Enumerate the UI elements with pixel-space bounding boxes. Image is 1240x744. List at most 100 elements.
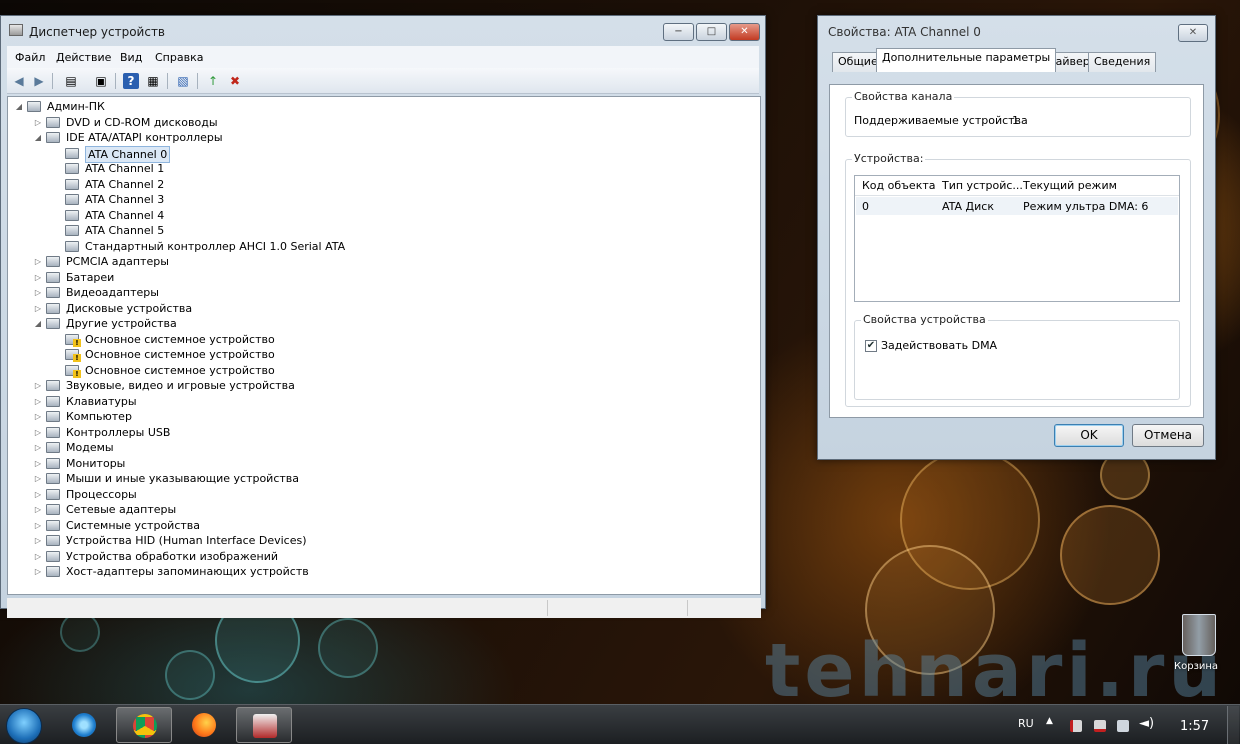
- maximize-button[interactable]: □: [696, 23, 727, 41]
- tree-item-label: Хост-адаптеры запоминающих устройств: [66, 565, 309, 578]
- tree-item-label: Процессоры: [66, 487, 137, 501]
- window-title: Диспетчер устройств: [29, 25, 166, 39]
- expand-arrow-icon[interactable]: ▷: [33, 270, 43, 285]
- dma-checkbox[interactable]: ✔: [865, 340, 877, 352]
- cancel-button[interactable]: Отмена: [1132, 424, 1204, 447]
- expand-arrow-icon[interactable]: ▷: [33, 518, 43, 533]
- expand-arrow-icon[interactable]: ▷: [33, 409, 43, 424]
- devices-group: Устройства: Код объекта Тип устройс... Т…: [845, 152, 1191, 407]
- table-row[interactable]: 0 ATA Диск Режим ультра DMA: 6: [856, 197, 1178, 215]
- tree-item-label: Стандартный контроллер AHCI 1.0 Serial A…: [85, 239, 346, 253]
- display-adapter-icon: [46, 287, 60, 298]
- expand-arrow-icon[interactable]: ▷: [33, 533, 43, 548]
- close-button[interactable]: ✕: [1178, 24, 1208, 42]
- back-icon[interactable]: ◀: [11, 73, 27, 89]
- tree-item-label: Звуковые, видео и игровые устройства: [66, 379, 295, 392]
- clock[interactable]: 1:57: [1180, 719, 1209, 734]
- device-manager-titlebar[interactable]: Диспетчер устройств − □ ✕: [1, 16, 765, 46]
- expand-arrow-icon[interactable]: ▷: [33, 394, 43, 409]
- tree-item-label: ATA Channel 3: [85, 193, 165, 206]
- ide-channel-icon: [65, 163, 79, 174]
- tab-advanced[interactable]: Дополнительные параметры: [876, 48, 1057, 72]
- close-button[interactable]: ✕: [729, 23, 760, 41]
- network-icon[interactable]: [1117, 720, 1129, 732]
- hid-icon: [46, 535, 60, 546]
- menu-file[interactable]: Файл: [15, 51, 45, 64]
- action-center-icon[interactable]: [1070, 720, 1082, 732]
- tree-item-label: Устройства HID (Human Interface Devices): [66, 534, 307, 547]
- tree-item-label: PCMCIA адаптеры: [66, 255, 169, 268]
- warning-device-icon: [65, 364, 81, 378]
- collapse-arrow-icon[interactable]: ◢: [14, 99, 24, 114]
- expand-arrow-icon[interactable]: ▷: [33, 564, 43, 579]
- expand-arrow-icon[interactable]: ▷: [33, 378, 43, 393]
- expand-arrow-icon[interactable]: ▷: [33, 115, 43, 130]
- bokeh-circle: [1060, 505, 1160, 605]
- menu-view[interactable]: Вид: [120, 51, 142, 64]
- power-icon[interactable]: [1094, 720, 1106, 732]
- menu-bar: Файл Действие Вид Справка: [7, 46, 759, 68]
- expand-arrow-icon[interactable]: ▷: [33, 425, 43, 440]
- mouse-icon: [46, 473, 60, 484]
- menu-help[interactable]: Справка: [155, 51, 203, 64]
- recycle-bin-label[interactable]: Корзина: [1174, 661, 1218, 672]
- cell-object-code: 0: [862, 200, 869, 213]
- expand-arrow-icon[interactable]: ▷: [33, 254, 43, 269]
- ide-channel-icon: [65, 147, 79, 159]
- expand-arrow-icon[interactable]: ▷: [33, 502, 43, 517]
- properties-icon[interactable]: ▤: [63, 73, 79, 89]
- expand-arrow-icon[interactable]: ▷: [33, 440, 43, 455]
- taskbar-app-ie[interactable]: [56, 707, 112, 743]
- menu-action[interactable]: Действие: [56, 51, 111, 64]
- devices-list-view[interactable]: Код объекта Тип устройс... Текущий режим…: [854, 175, 1180, 302]
- tree-item-label: Компьютер: [66, 410, 132, 423]
- expand-arrow-icon[interactable]: ▷: [33, 456, 43, 471]
- collapse-arrow-icon[interactable]: ◢: [33, 130, 43, 145]
- collapse-arrow-icon[interactable]: ◢: [33, 316, 43, 331]
- tab-details[interactable]: Сведения: [1088, 52, 1157, 72]
- dma-checkbox-label[interactable]: Задействовать DMA: [881, 339, 997, 352]
- expand-arrow-icon[interactable]: ▷: [33, 301, 43, 316]
- tray-expand-icon[interactable]: ▲: [1046, 716, 1053, 726]
- column-current-mode[interactable]: Текущий режим: [1023, 179, 1117, 192]
- storage-adapter-icon: [46, 566, 60, 577]
- volume-icon[interactable]: ◄): [1139, 716, 1154, 731]
- show-icon[interactable]: ▣: [93, 73, 109, 89]
- tree-item-label: Модемы: [66, 441, 114, 454]
- help-icon[interactable]: ?: [123, 73, 139, 89]
- properties-titlebar[interactable]: Свойства: ATA Channel 0 ✕: [818, 16, 1215, 46]
- other-devices-icon: [46, 318, 60, 329]
- details-icon[interactable]: ▦: [145, 73, 161, 89]
- taskbar-app-device-manager[interactable]: [236, 707, 292, 743]
- tree-item-label: Устройства обработки изображений: [66, 549, 279, 563]
- expand-arrow-icon[interactable]: ▷: [33, 471, 43, 486]
- disable-device-icon[interactable]: ✖: [227, 73, 243, 89]
- column-device-type[interactable]: Тип устройс...: [942, 179, 1023, 192]
- toolbar-separator: [115, 73, 116, 89]
- update-driver-icon[interactable]: ↑: [205, 73, 221, 89]
- show-desktop-button[interactable]: [1227, 706, 1239, 744]
- language-indicator[interactable]: RU: [1018, 717, 1034, 730]
- forward-icon[interactable]: ▶: [31, 73, 47, 89]
- expand-arrow-icon[interactable]: ▷: [33, 285, 43, 300]
- advanced-tab-panel: Свойства канала Поддерживаемые устройств…: [829, 84, 1204, 418]
- ok-button[interactable]: OK: [1054, 424, 1124, 447]
- bokeh-circle: [60, 612, 100, 652]
- taskbar-app-chrome[interactable]: [116, 707, 172, 743]
- toolbar: ◀ ▶ ▤ ▣ ? ▦ ▧ ↑ ✖: [7, 68, 759, 94]
- taskbar-app-firefox[interactable]: [176, 707, 232, 743]
- scan-icon[interactable]: ▧: [175, 73, 191, 89]
- column-object-code[interactable]: Код объекта: [862, 179, 936, 192]
- tree-item-label: Дисковые устройства: [66, 301, 193, 315]
- expand-arrow-icon[interactable]: ▷: [33, 487, 43, 502]
- expand-arrow-icon[interactable]: ▷: [33, 549, 43, 564]
- keyboard-icon: [46, 395, 60, 407]
- recycle-bin-icon[interactable]: [1182, 614, 1216, 656]
- start-button[interactable]: [6, 708, 42, 744]
- tree-item-label: Основное системное устройство: [85, 363, 275, 377]
- tree-item-label: Батареи: [66, 270, 115, 284]
- device-tree[interactable]: ◢ Админ-ПК ▷ DVD и CD-ROM дисководы ◢ IDE ATA…: [7, 96, 761, 595]
- minimize-button[interactable]: −: [663, 23, 694, 41]
- supported-devices-value: 1: [1012, 114, 1019, 127]
- status-bar: [7, 598, 761, 618]
